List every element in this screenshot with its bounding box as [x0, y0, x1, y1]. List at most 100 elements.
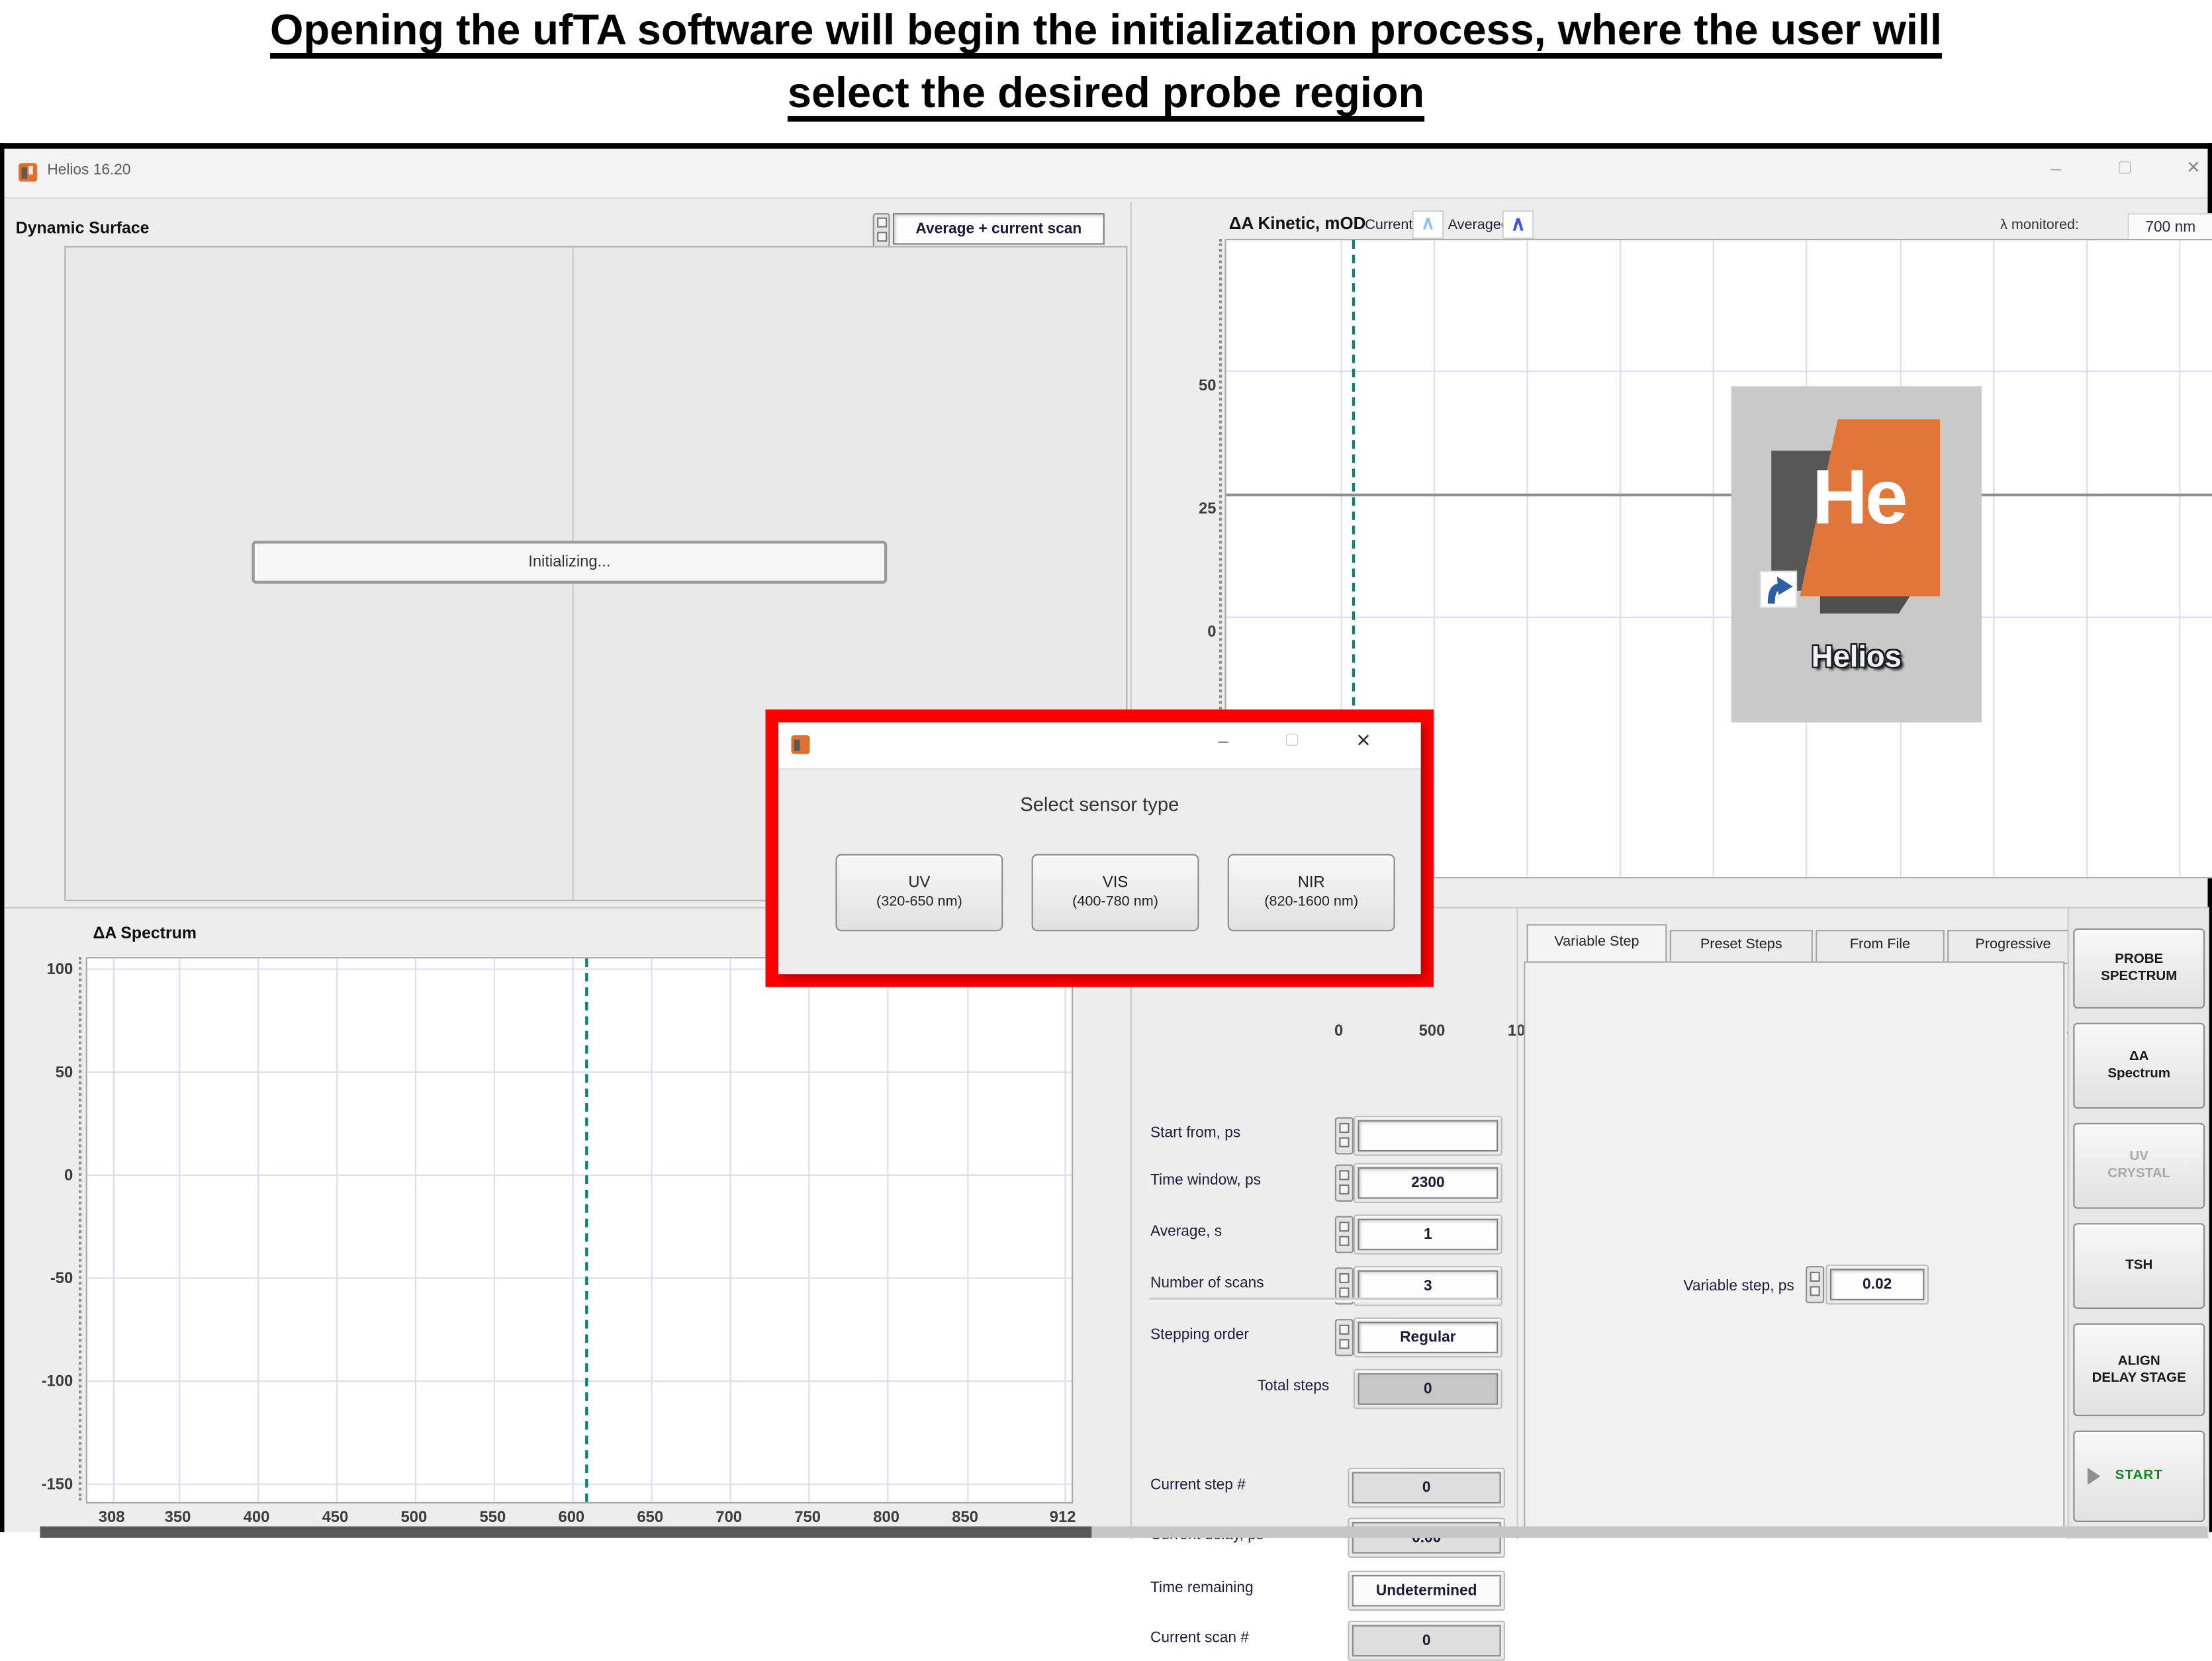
view-selector-dropdown[interactable]: Average + current scan [893, 213, 1105, 245]
spectrum-y-axis-ticks [79, 957, 85, 1500]
caption-line-1: Opening the ufTA software will begin the… [270, 7, 1942, 54]
gridline-vertical [337, 958, 338, 1502]
divider [1149, 1298, 1501, 1302]
tab-preset-steps[interactable]: Preset Steps [1670, 930, 1813, 964]
legend-averaged-swatch-icon: ∧ [1502, 210, 1534, 239]
sensor-button-nir[interactable]: NIR(820-1600 nm) [1228, 854, 1395, 932]
status-value: Undetermined [1352, 1575, 1501, 1607]
dialog-title-bar: – ▢ ✕ [778, 723, 1421, 770]
spin-up-icon[interactable] [1339, 1123, 1349, 1133]
action-button-start[interactable]: START [2073, 1431, 2205, 1522]
dialog-minimize-button[interactable]: – [1207, 729, 1239, 761]
play-icon [2088, 1468, 2100, 1485]
spectrum-y-tick-label: 50 [16, 1064, 73, 1081]
action-button-probe-spectrum[interactable]: PROBESPECTRUM [2073, 928, 2205, 1009]
legend-averaged-label: Averaged [1448, 218, 1509, 234]
spectrum-x-tick-label: 912 [1031, 1509, 1094, 1527]
field-label: Time window, ps [1150, 1171, 1329, 1189]
dialog-app-icon [791, 735, 809, 754]
lambda-monitored-label: λ monitored: [2000, 218, 2079, 234]
view-selector-spinner[interactable] [873, 213, 890, 247]
variable-step-input[interactable]: 0.02 [1830, 1269, 1925, 1300]
dialog-close-button[interactable]: ✕ [1348, 729, 1379, 761]
tab-variable-step[interactable]: Variable Step [1527, 924, 1667, 964]
action-button-column: PROBESPECTRUM ΔASpectrum UVCRYSTAL TSH ALIGN… [2068, 907, 2209, 1539]
tab-progressive[interactable]: Progressive [1947, 930, 2079, 964]
kinetic-y-tick-label: 25 [1159, 500, 1216, 517]
sensor-button-vis[interactable]: VIS(400-780 nm) [1032, 854, 1199, 932]
spectrum-x-tick-label: 308 [80, 1509, 143, 1527]
lambda-monitored-value: 700 nm [2127, 213, 2212, 242]
helios-desktop-icon[interactable]: He Helios [1731, 386, 1982, 723]
field-input[interactable]: 2300 [1358, 1167, 1498, 1199]
field-input[interactable]: Regular [1358, 1322, 1498, 1353]
gridline-vertical [2086, 240, 2088, 877]
action-button-uv-crystal[interactable]: UVCRYSTAL [2073, 1123, 2205, 1209]
helios-logo-text: He [1780, 453, 1937, 542]
dialog-title: Select sensor type [778, 794, 1421, 815]
spin-up-icon[interactable] [1339, 1222, 1349, 1232]
gridline-vertical [730, 958, 731, 1502]
value-spinner[interactable] [1335, 1165, 1354, 1202]
value-spinner[interactable] [1335, 1319, 1354, 1356]
spectrum-y-tick-label: -150 [16, 1476, 73, 1493]
sensor-dialog: – ▢ ✕ Select sensor type UV(320-650 nm) V… [778, 723, 1421, 974]
tab-from-file[interactable]: From File [1816, 930, 1945, 964]
spin-down-icon[interactable] [1339, 1288, 1349, 1298]
spectrum-x-tick-label: 850 [934, 1509, 997, 1527]
field-frame: Regular [1354, 1318, 1502, 1358]
spin-down-icon[interactable] [1339, 1339, 1349, 1349]
spectrum-x-tick-label: 350 [146, 1509, 209, 1527]
gridline-vertical [1527, 240, 1528, 877]
gridline-horizontal [1226, 617, 2212, 618]
gridline-vertical [1713, 240, 1714, 877]
kinetic-y-tick-label: 0 [1159, 624, 1216, 641]
spectrum-x-tick-label: 550 [461, 1509, 524, 1527]
gridline-horizontal [87, 1175, 1072, 1176]
spin-down-icon[interactable] [1339, 1138, 1349, 1147]
status-value: 0 [1352, 1625, 1501, 1657]
spectrum-title: ΔA Spectrum [93, 926, 197, 943]
sensor-button-uv[interactable]: UV(320-650 nm) [835, 854, 1003, 932]
maximize-button[interactable]: ▢ [2107, 157, 2142, 189]
spin-up-icon[interactable] [1339, 1170, 1349, 1180]
screenshot-root: Opening the ufTA software will begin the… [0, 0, 2212, 1532]
spin-down-icon[interactable] [1339, 1236, 1349, 1246]
field-input[interactable]: 1 [1358, 1219, 1498, 1251]
gridline-horizontal [87, 1071, 1072, 1073]
spin-up-icon[interactable] [1339, 1273, 1349, 1283]
field-label: Start from, ps [1150, 1124, 1329, 1142]
close-button[interactable]: ✕ [2176, 157, 2211, 189]
shortcut-arrow-icon [1760, 571, 1797, 608]
status-label: Current scan # [1150, 1629, 1329, 1646]
status-label: Current step # [1150, 1476, 1329, 1494]
spin-up-icon[interactable] [1339, 1325, 1349, 1335]
field-label: Number of scans [1150, 1275, 1329, 1292]
kinetic-title: ΔA Kinetic, mOD [1229, 213, 1366, 233]
spectrum-x-tick-label: 600 [540, 1509, 603, 1527]
spin-down-icon[interactable] [1339, 1185, 1349, 1194]
gridline-horizontal [1226, 371, 2212, 372]
spectrum-x-tick-label: 500 [383, 1509, 445, 1527]
field-input[interactable] [1358, 1120, 1498, 1152]
spectrum-y-tick-label: -50 [16, 1270, 73, 1287]
gridline-vertical [258, 958, 259, 1502]
value-spinner[interactable] [1335, 1216, 1354, 1253]
value-spinner[interactable] [1335, 1117, 1354, 1154]
action-button-tsh[interactable]: TSH [2073, 1223, 2205, 1309]
acquisition-panel: Start from, psTime window, ps2300Average… [1130, 907, 1518, 1539]
spectrum-y-tick-label: 100 [16, 962, 73, 979]
action-button--a-spectrum[interactable]: ΔASpectrum [2073, 1023, 2205, 1109]
gridline-horizontal [87, 1483, 1072, 1484]
dialog-maximize-button[interactable]: ▢ [1276, 729, 1308, 761]
caption-line-2: select the desired probe region [788, 70, 1424, 117]
minimize-button[interactable]: – [2039, 157, 2073, 189]
status-label: Time remaining [1150, 1580, 1329, 1597]
variable-step-spinner[interactable] [1806, 1266, 1824, 1303]
action-button-align-delay-stage[interactable]: ALIGNDELAY STAGE [2073, 1324, 2205, 1417]
field-display: 0 [1358, 1373, 1498, 1405]
caption: Opening the ufTA software will begin the… [0, 0, 2212, 126]
spectrum-x-tick-label: 650 [619, 1509, 682, 1527]
spectrum-y-tick-label: 0 [16, 1167, 73, 1185]
spectrum-panel: ΔA Spectrum 3083504004505005506006507007… [4, 907, 1130, 1539]
